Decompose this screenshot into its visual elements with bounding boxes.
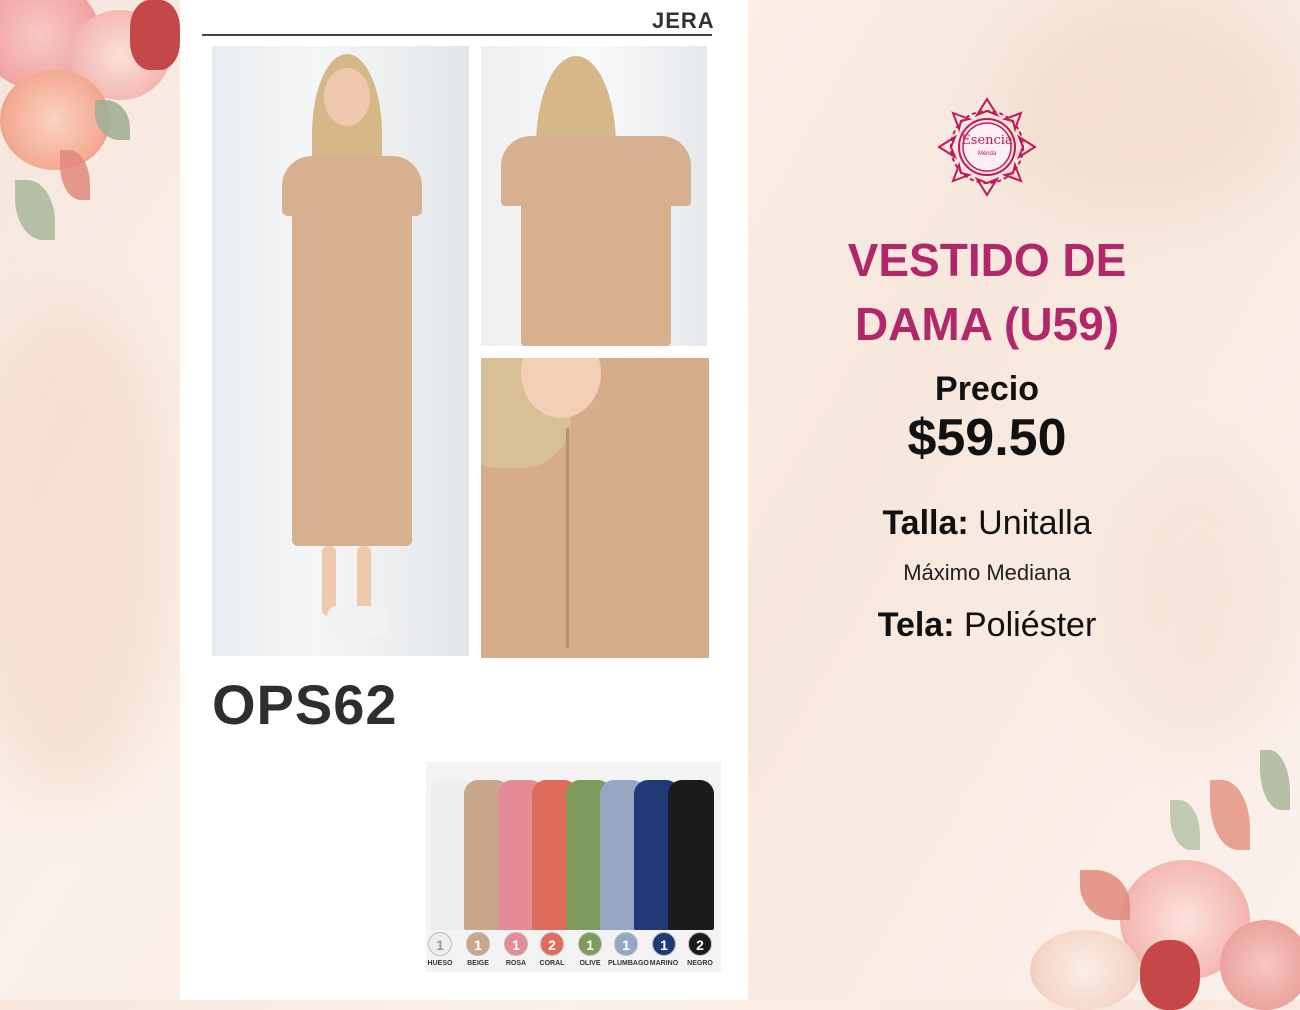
color-name-label: PLUMBAGO — [608, 960, 649, 967]
color-name-label: BEIGE — [467, 960, 489, 967]
color-count-badge: 1 — [652, 932, 676, 956]
catalog-brand-header: JERA — [652, 8, 715, 33]
color-name-label: OLIVE — [579, 960, 601, 967]
product-title-line1: VESTIDO DE — [847, 234, 1127, 286]
color-count-badge: 1 — [614, 932, 638, 956]
background-wash — [1100, 450, 1300, 750]
fabric-value: Poliéster — [954, 606, 1097, 644]
color-count-badge: 2 — [540, 932, 564, 956]
model-back-photo — [481, 46, 707, 346]
color-count-badge: 2 — [688, 932, 712, 956]
fabric-label: Tela: — [877, 606, 955, 644]
color-name-label: CORAL — [539, 960, 565, 967]
size-value: Unitalla — [968, 504, 1092, 542]
flower-decoration-bottom-right — [990, 740, 1300, 1010]
price-value: $59.50 — [907, 409, 1067, 467]
color-swatch-dress — [668, 780, 714, 930]
price-label: Precio — [935, 370, 1039, 408]
esencia-logo: Esencia Mérida — [935, 95, 1039, 199]
color-variants-panel: 1 1 1 2 1 1 1 2 HUESO BEIGE ROSA CORAL O… — [426, 762, 721, 972]
logo-subtitle: Mérida — [977, 151, 997, 157]
color-count-badge: 1 — [428, 932, 452, 956]
color-count-badge: 1 — [466, 932, 490, 956]
flower-decoration-top-left — [0, 0, 180, 260]
logo-name: Esencia — [961, 133, 1013, 148]
background-wash — [0, 300, 180, 800]
color-count-badge: 1 — [504, 932, 528, 956]
fabric-detail-photo — [481, 358, 709, 658]
color-name-label: HUESO — [427, 960, 453, 967]
color-name-label: ROSA — [505, 960, 527, 967]
color-count-badge: 1 — [578, 932, 602, 956]
model-front-photo — [212, 46, 469, 656]
fabric-spec: Tela: Poliéster — [812, 606, 1162, 645]
color-name-label: NEGRO — [687, 960, 713, 967]
header-divider — [202, 34, 712, 36]
model-code: OPS62 — [212, 673, 398, 736]
product-title: VESTIDO DE DAMA (U59) — [812, 228, 1162, 356]
color-name-label: MARINO — [649, 960, 679, 967]
size-spec: Talla: Unitalla — [812, 504, 1162, 543]
product-title-line2: DAMA (U59) — [854, 298, 1120, 350]
size-label: Talla: — [882, 504, 969, 542]
background-wash — [1000, 0, 1300, 220]
size-note: Máximo Mediana — [903, 560, 1071, 585]
